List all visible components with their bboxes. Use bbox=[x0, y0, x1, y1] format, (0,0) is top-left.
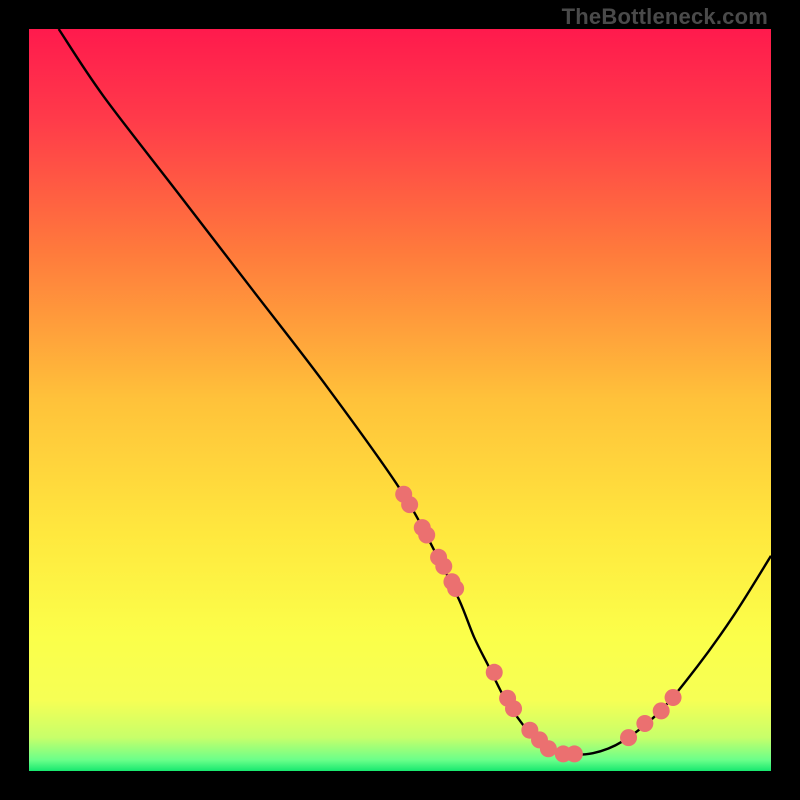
data-point bbox=[418, 527, 435, 544]
data-point bbox=[401, 496, 418, 513]
data-point bbox=[435, 558, 452, 575]
chart-frame bbox=[29, 29, 771, 771]
data-point bbox=[566, 745, 583, 762]
data-point bbox=[620, 729, 637, 746]
chart-background bbox=[29, 29, 771, 771]
data-point bbox=[636, 715, 653, 732]
bottleneck-chart bbox=[29, 29, 771, 771]
data-point bbox=[653, 702, 670, 719]
data-point bbox=[447, 580, 464, 597]
watermark-text: TheBottleneck.com bbox=[562, 4, 768, 30]
data-point bbox=[540, 740, 557, 757]
data-point bbox=[505, 700, 522, 717]
data-point bbox=[665, 689, 682, 706]
data-point bbox=[486, 664, 503, 681]
